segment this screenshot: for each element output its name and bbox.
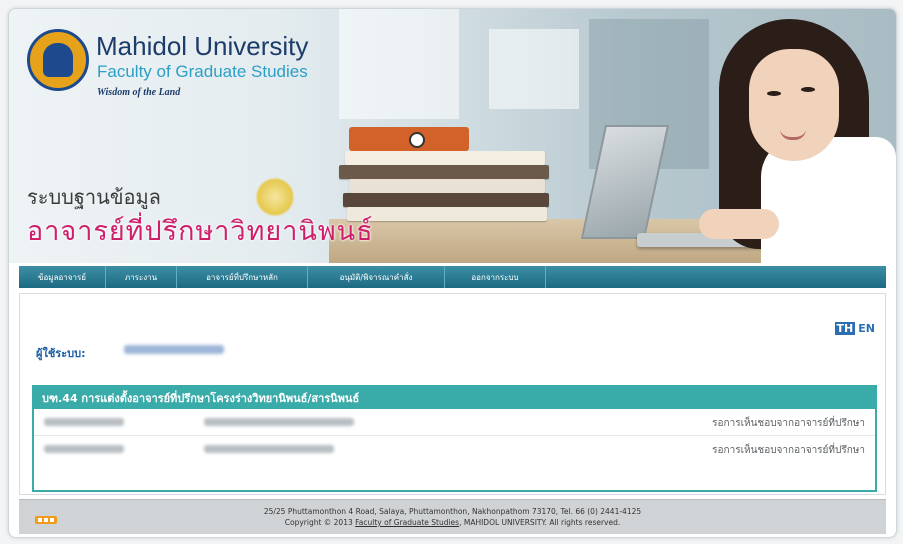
student-arm	[699, 209, 779, 239]
student-eye	[801, 87, 815, 92]
book-image	[339, 165, 549, 179]
binder-image	[349, 127, 469, 151]
copyright-suffix: , MAHIDOL UNIVERSITY. All rights reserve…	[459, 518, 621, 527]
nav-item-advisor-info[interactable]: ข้อมูลอาจารย์	[19, 266, 106, 288]
system-title-line2: อาจารย์ที่ปรึกษาวิทยานิพนธ์	[27, 216, 374, 247]
book-image	[343, 193, 549, 207]
table-row: รอการเห็นชอบจากอาจารย์ที่ปรึกษา	[34, 436, 875, 462]
faculty-link[interactable]: Faculty of Graduate Studies	[355, 518, 459, 527]
main-content: TH EN ผู้ใช้ระบบ: บฑ.44 การแต่งตั้งอาจาร…	[19, 293, 886, 495]
university-seal-logo	[27, 29, 89, 91]
table-row: รอการเห็นชอบจากอาจารย์ที่ปรึกษา	[34, 409, 875, 436]
row-status-link[interactable]: รอการเห็นชอบจากอาจารย์ที่ปรึกษา	[712, 416, 865, 431]
university-name: Mahidol University	[96, 31, 309, 61]
student-id-redacted	[44, 445, 124, 453]
nav-item-approve-orders[interactable]: อนุมัติ/พิจารณาคำสั่ง	[308, 266, 445, 288]
student-id-redacted	[44, 418, 124, 426]
row-status-link[interactable]: รอการเห็นชอบจากอาจารย์ที่ปรึกษา	[712, 443, 865, 458]
nav-item-main-advisor[interactable]: อาจารย์ที่ปรึกษาหลัก	[177, 266, 308, 288]
page-footer: 25/25 Phuttamonthon 4 Road, Salaya, Phut…	[19, 499, 886, 534]
university-motto: Wisdom of the Land	[97, 87, 181, 98]
lang-th-button[interactable]: TH	[834, 322, 856, 335]
student-name-redacted	[204, 445, 334, 453]
book-image	[347, 207, 547, 221]
footer-copyright: Copyright © 2013 Faculty of Graduate Stu…	[19, 518, 886, 527]
student-eye	[767, 91, 781, 96]
header-banner: Mahidol University Faculty of Graduate S…	[9, 9, 896, 263]
copyright-prefix: Copyright © 2013	[284, 518, 353, 527]
student-face	[749, 49, 839, 161]
nav-item-logout[interactable]: ออกจากระบบ	[445, 266, 546, 288]
faculty-name: Faculty of Graduate Studies	[97, 62, 308, 81]
page-frame: Mahidol University Faculty of Graduate S…	[8, 8, 897, 538]
main-nav: ข้อมูลอาจารย์ ภาระงาน อาจารย์ที่ปรึกษาหล…	[19, 266, 886, 288]
lang-en-button[interactable]: EN	[858, 322, 875, 335]
footer-address: 25/25 Phuttamonthon 4 Road, Salaya, Phut…	[263, 507, 642, 516]
advisor-appointment-panel: บฑ.44 การแต่งตั้งอาจารย์ที่ปรึกษาโครงร่า…	[32, 385, 877, 492]
nav-item-workload[interactable]: ภาระงาน	[106, 266, 177, 288]
user-label: ผู้ใช้ระบบ:	[36, 347, 86, 360]
book-image	[345, 151, 545, 165]
language-switcher: TH EN	[834, 322, 875, 335]
book-image	[349, 179, 545, 193]
background-window	[339, 9, 459, 119]
panel-title: บฑ.44 การแต่งตั้งอาจารย์ที่ปรึกษาโครงร่า…	[34, 387, 875, 409]
student-name-redacted	[204, 418, 354, 426]
background-window	[489, 29, 579, 109]
user-name-redacted	[124, 345, 224, 354]
